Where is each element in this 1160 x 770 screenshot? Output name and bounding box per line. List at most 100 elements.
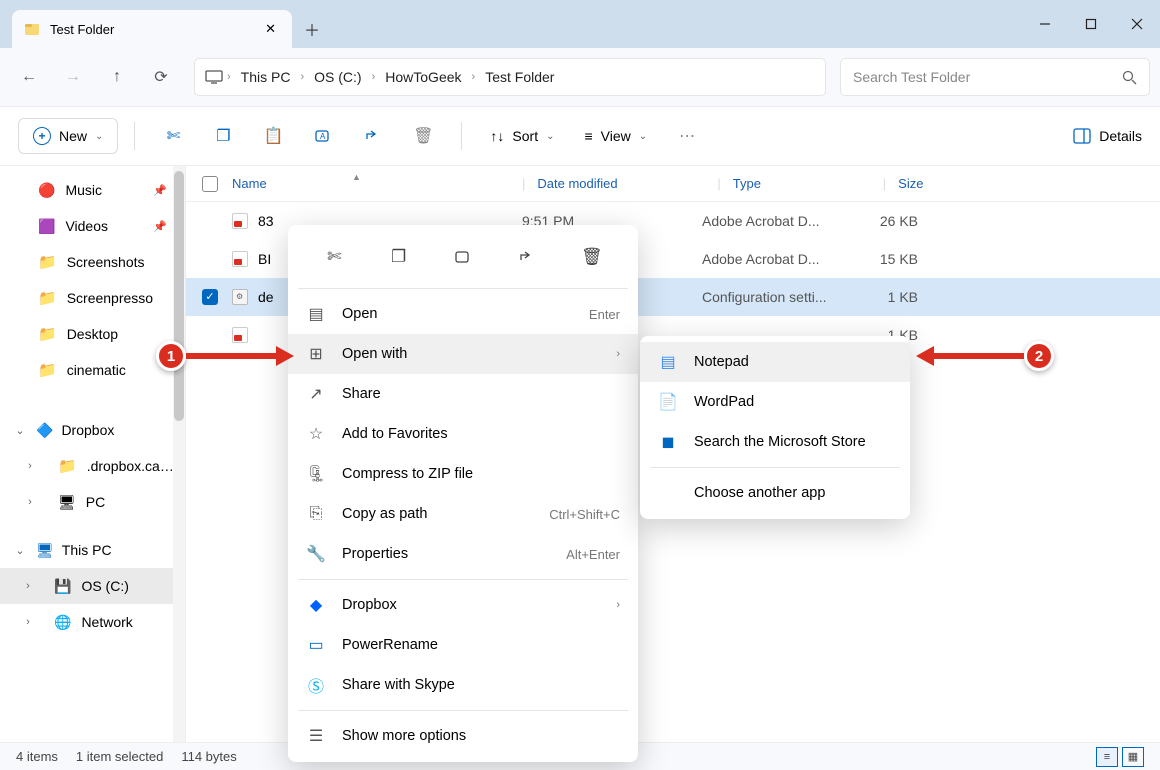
chevron-right-icon[interactable]: › [20,580,36,592]
menu-more-options[interactable]: ☰Show more options [288,716,638,756]
sidebar-item-screenpresso[interactable]: 📁Screenpresso [0,280,185,316]
video-icon: 🟪 [38,218,55,235]
chevron-right-icon[interactable]: › [300,71,304,83]
more-button[interactable]: ⋯ [665,118,709,154]
zip-icon: 🗜 [306,464,326,484]
column-date[interactable]: Date modified [537,176,717,191]
search-input[interactable]: Search Test Folder [840,58,1150,96]
chevron-down-icon[interactable]: ⌄ [12,424,28,437]
sidebar-item-videos[interactable]: 🟪Videos📌 [0,208,185,244]
sidebar-item-os-c[interactable]: ›💾OS (C:) [0,568,185,604]
share-icon[interactable] [505,239,549,275]
sidebar-item-music[interactable]: 🔴Music📌 [0,172,185,208]
selection-size: 114 bytes [181,749,236,764]
rename-icon[interactable] [441,239,485,275]
submenu-wordpad[interactable]: 📄WordPad [640,382,910,422]
menu-properties[interactable]: 🔧PropertiesAlt+Enter [288,534,638,574]
copy-icon[interactable]: ❐ [377,239,421,275]
menu-favorites[interactable]: ☆Add to Favorites [288,414,638,454]
chevron-right-icon[interactable]: › [227,71,231,83]
view-button[interactable]: ≡ View ⌄ [572,118,659,154]
powerrename-icon: ▭ [306,635,326,655]
sidebar-item-this-pc[interactable]: ⌄🖥This PC [0,532,185,568]
breadcrumb[interactable]: OS (C:) [308,65,367,89]
annotation-badge: 2 [1024,341,1054,371]
menu-skype[interactable]: ⓈShare with Skype [288,665,638,705]
back-button[interactable]: ← [10,58,48,96]
wrench-icon: 🔧 [306,544,326,564]
store-icon: ◼ [658,432,678,452]
skype-icon: Ⓢ [306,673,326,697]
folder-icon: 📁 [38,325,57,343]
list-icon: ≡ [584,128,592,144]
arrow-left-icon [916,346,934,366]
breadcrumb[interactable]: Test Folder [479,65,560,89]
path-icon: ⎘ [306,505,326,523]
breadcrumb[interactable]: This PC [235,65,297,89]
column-name[interactable]: Name▲ [232,176,522,191]
row-checkbox[interactable]: ✓ [202,289,218,305]
details-view-toggle[interactable]: ≡ [1096,747,1118,767]
minimize-button[interactable] [1022,0,1068,48]
refresh-button[interactable]: ⟳ [142,58,180,96]
sidebar-item-screenshots[interactable]: 📁Screenshots [0,244,185,280]
thumbnails-view-toggle[interactable]: ▦ [1122,747,1144,767]
chevron-right-icon[interactable]: › [22,460,38,472]
chevron-down-icon[interactable]: ⌄ [12,544,28,557]
chevron-right-icon[interactable]: › [22,496,38,508]
more-icon: ☰ [306,726,326,746]
sidebar-item-pc[interactable]: ›🖥PC [0,484,185,520]
close-window-button[interactable] [1114,0,1160,48]
sidebar-item-dropbox-cache[interactable]: ›📁.dropbox.cache [0,448,185,484]
open-with-icon: ⊞ [306,344,326,364]
rename-button[interactable]: A [301,118,345,154]
chevron-right-icon[interactable]: › [372,71,376,83]
delete-icon[interactable]: 🗑 [570,239,614,275]
forward-button[interactable]: → [54,58,92,96]
sidebar-item-dropbox[interactable]: ⌄🔷Dropbox [0,412,185,448]
chevron-right-icon: › [616,599,620,611]
cut-icon[interactable]: ✄ [312,239,356,275]
menu-open[interactable]: ▤OpenEnter [288,294,638,334]
cut-button[interactable]: ✄ [151,118,195,154]
up-button[interactable]: ↑ [98,58,136,96]
menu-share[interactable]: ↗Share [288,374,638,414]
sidebar-item-network[interactable]: ›🌐Network [0,604,185,640]
submenu-choose-app[interactable]: Choose another app [640,473,910,513]
submenu-store[interactable]: ◼Search the Microsoft Store [640,422,910,462]
new-button[interactable]: + New ⌄ [18,118,118,154]
notepad-icon: ▤ [658,352,678,372]
menu-dropbox[interactable]: ◆Dropbox› [288,585,638,625]
menu-open-with[interactable]: ⊞Open with› [288,334,638,374]
search-icon [1122,70,1137,85]
scrollbar-thumb[interactable] [174,171,184,421]
breadcrumb[interactable]: HowToGeek [379,65,467,89]
column-type[interactable]: Type [733,176,883,191]
new-tab-button[interactable]: ＋ [292,10,332,48]
submenu-notepad[interactable]: ▤Notepad [640,342,910,382]
menu-powerrename[interactable]: ▭PowerRename [288,625,638,665]
close-tab-icon[interactable]: ✕ [261,17,280,41]
copy-button[interactable]: ❐ [201,118,245,154]
maximize-button[interactable] [1068,0,1114,48]
chevron-right-icon[interactable]: › [472,71,476,83]
details-pane-button[interactable]: Details [1073,128,1142,144]
delete-button[interactable]: 🗑 [401,118,445,154]
address-bar[interactable]: › This PC › OS (C:) › HowToGeek › Test F… [194,58,826,96]
column-size[interactable]: Size [898,176,978,191]
selection-count: 1 item selected [76,749,163,764]
menu-compress[interactable]: 🗜Compress to ZIP file [288,454,638,494]
paste-button[interactable]: 📋 [251,118,295,154]
chevron-right-icon[interactable]: › [20,616,36,628]
scrollbar[interactable] [173,166,185,742]
menu-copy-path[interactable]: ⎘Copy as pathCtrl+Shift+C [288,494,638,534]
music-icon: 🔴 [38,182,55,199]
chevron-right-icon: › [616,348,620,360]
pdf-icon [232,213,248,229]
folder-icon: 📁 [58,457,77,475]
tab-active[interactable]: Test Folder ✕ [12,10,292,48]
sort-button[interactable]: ↑↓ Sort ⌄ [478,118,566,154]
share-button[interactable] [351,118,395,154]
chevron-down-icon: ⌄ [95,131,103,142]
select-all-checkbox[interactable] [202,176,218,192]
